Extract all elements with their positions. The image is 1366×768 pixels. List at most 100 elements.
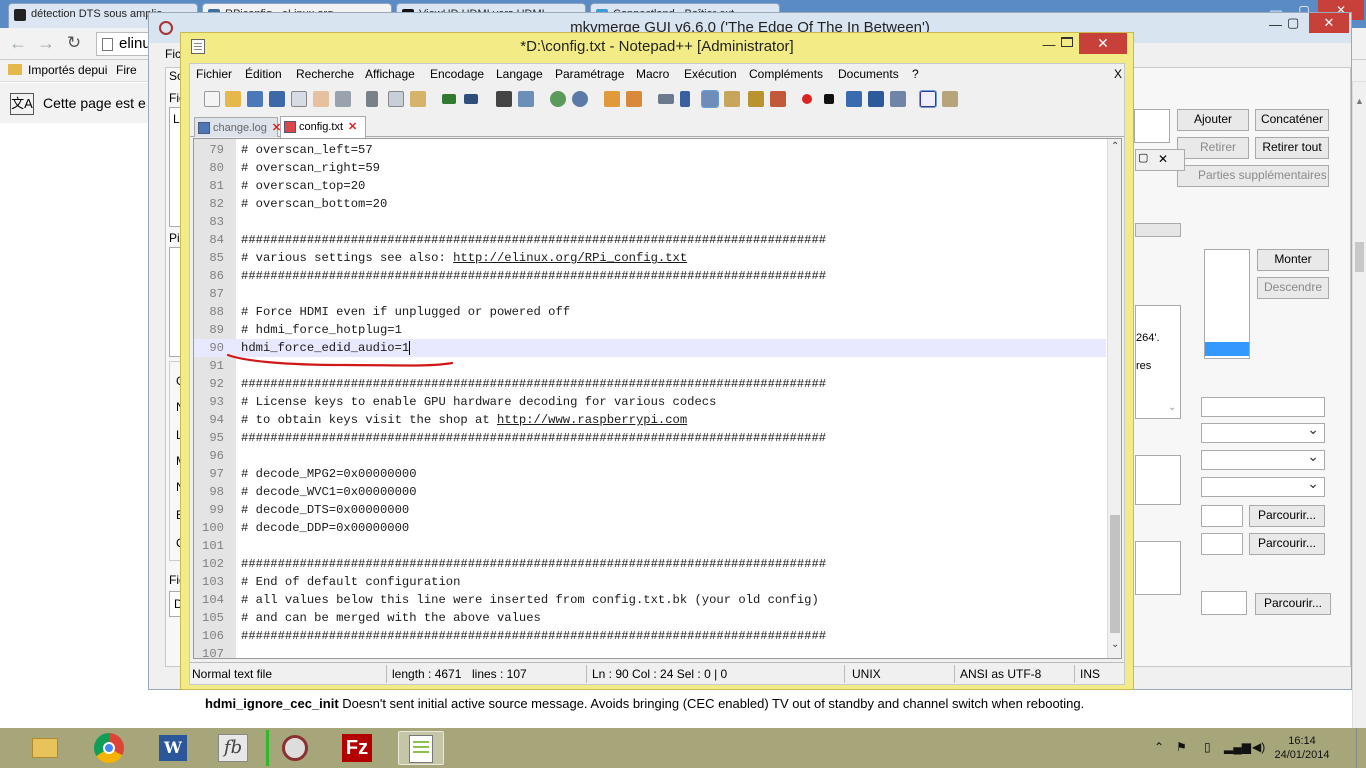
taskbar-clock[interactable]: 16:14 24/01/2014: [1272, 734, 1332, 762]
browse-button-3[interactable]: Parcourir...: [1255, 593, 1331, 615]
timecodes-box[interactable]: [1135, 541, 1181, 595]
code-line[interactable]: 105 # and can be merged with the above va…: [194, 609, 1106, 627]
chrome-icon[interactable]: [86, 731, 132, 765]
code-line[interactable]: 96: [194, 447, 1106, 465]
code-line[interactable]: 102 #####################################…: [194, 555, 1106, 573]
browser-scrollbar[interactable]: ▲: [1352, 82, 1366, 728]
chevron-down-icon[interactable]: ⌄: [1168, 402, 1176, 413]
menu-execution[interactable]: Exécution: [684, 67, 737, 81]
zoom-out-icon[interactable]: [572, 91, 588, 107]
language-select[interactable]: [1201, 421, 1325, 443]
sync-vertical-icon[interactable]: [604, 91, 620, 107]
stop-macro-icon[interactable]: [824, 94, 834, 104]
code-line[interactable]: 83: [194, 213, 1106, 231]
code-line[interactable]: 81 # overscan_top=20: [194, 177, 1106, 195]
input-list-edge[interactable]: [1134, 109, 1170, 143]
save-all-icon[interactable]: [269, 91, 285, 107]
chevron-down-icon[interactable]: ⌄: [1111, 639, 1119, 650]
close-document-x[interactable]: X: [1114, 67, 1122, 81]
spell-check-icon[interactable]: [919, 90, 937, 108]
tracks-list-edge[interactable]: [1204, 249, 1250, 359]
code-line[interactable]: 89 # hdmi_force_hotplug=1: [194, 321, 1106, 339]
show-all-chars-icon[interactable]: [680, 91, 690, 107]
append-button[interactable]: Concaténer: [1255, 109, 1329, 131]
paste-icon[interactable]: [410, 91, 426, 107]
close-icon[interactable]: ✕: [1158, 152, 1168, 166]
bookmark-imported[interactable]: Importés depui: [28, 63, 107, 77]
redo-icon[interactable]: [464, 94, 478, 104]
menu-affichage[interactable]: Affichage: [365, 67, 415, 81]
code-line[interactable]: 79 # overscan_left=57: [194, 141, 1106, 159]
menu-parametrage[interactable]: Paramétrage: [555, 67, 624, 81]
plugin-icon[interactable]: [942, 91, 958, 107]
menu-encodage[interactable]: Encodage: [430, 67, 484, 81]
filezilla-icon[interactable]: Fz: [334, 731, 380, 765]
code-line[interactable]: 99 # decode_DTS=0x00000000: [194, 501, 1106, 519]
menu-help[interactable]: ?: [912, 67, 919, 81]
bookmark-firefox[interactable]: Fire: [116, 63, 137, 77]
editor-scroll-thumb[interactable]: [1110, 515, 1120, 633]
code-line[interactable]: 104 # all values below this line were ins…: [194, 591, 1106, 609]
function-list-icon[interactable]: [770, 91, 786, 107]
move-down-button[interactable]: Descendre: [1257, 277, 1329, 299]
volume-icon[interactable]: ◀): [1252, 740, 1265, 754]
copy-icon[interactable]: [388, 91, 404, 107]
close-file-icon[interactable]: [291, 91, 307, 107]
track-name-field[interactable]: [1201, 397, 1325, 417]
editor[interactable]: 79 # overscan_left=57 80 # overscan_right=5…: [193, 138, 1122, 659]
remove-button[interactable]: Retirer: [1177, 137, 1249, 159]
user-lang-icon[interactable]: [724, 91, 740, 107]
remove-all-button[interactable]: Retirer tout: [1255, 137, 1329, 159]
code-line[interactable]: 80 # overscan_right=59: [194, 159, 1106, 177]
record-macro-icon[interactable]: [802, 94, 812, 104]
code-line[interactable]: 86 ######################################…: [194, 267, 1106, 285]
replace-icon[interactable]: [518, 91, 534, 107]
word-icon[interactable]: W: [150, 731, 196, 765]
code-line[interactable]: 107: [194, 645, 1106, 658]
selected-track[interactable]: [1205, 342, 1249, 356]
menu-macro[interactable]: Macro: [636, 67, 669, 81]
timecodes-path-field[interactable]: [1201, 533, 1243, 555]
code-line[interactable]: 95 ######################################…: [194, 429, 1106, 447]
new-file-icon[interactable]: [204, 91, 220, 107]
sync-horizontal-icon[interactable]: [626, 91, 642, 107]
maximize-icon[interactable]: ▢: [1287, 15, 1299, 31]
tab-config-txt[interactable]: config.txt ✕: [280, 116, 366, 138]
maximize-icon[interactable]: ▢: [1138, 151, 1148, 164]
chevron-up-icon[interactable]: ⌃: [1154, 740, 1164, 754]
line-link[interactable]: http://www.raspberrypi.com: [497, 413, 687, 427]
additional-parts-button[interactable]: Parties supplémentaires: [1177, 165, 1329, 187]
tags-path-field[interactable]: [1201, 505, 1243, 527]
label-file-menu[interactable]: Fic: [165, 47, 181, 61]
print-icon[interactable]: [335, 91, 351, 107]
menu-fichier[interactable]: Fichier: [196, 67, 232, 81]
menu-documents[interactable]: Documents: [838, 67, 899, 81]
zoom-in-icon[interactable]: [550, 91, 566, 107]
default-track-select[interactable]: [1201, 448, 1325, 470]
menu-langage[interactable]: Langage: [496, 67, 543, 81]
indent-guide-icon[interactable]: [701, 90, 719, 108]
undo-icon[interactable]: [442, 94, 456, 104]
play-macro-icon[interactable]: [846, 91, 862, 107]
code-line[interactable]: 93 # License keys to enable GPU hardware …: [194, 393, 1106, 411]
cut-icon[interactable]: [366, 91, 378, 107]
forward-icon[interactable]: →: [36, 34, 56, 54]
code-line[interactable]: 106 #####################################…: [194, 627, 1106, 645]
foobar-icon[interactable]: fb: [210, 731, 256, 765]
notepadpp-taskbar-icon[interactable]: [398, 731, 444, 765]
minimize-icon[interactable]: —: [1037, 35, 1061, 55]
menu-complements[interactable]: Compléments: [749, 67, 823, 81]
code-line[interactable]: 98 # decode_WVC1=0x00000000: [194, 483, 1106, 501]
code-line[interactable]: 97 # decode_MPG2=0x00000000: [194, 465, 1106, 483]
code-line[interactable]: 85 # various settings see also: http://el…: [194, 249, 1106, 267]
browse-button-1[interactable]: Parcourir...: [1249, 505, 1325, 527]
code-line[interactable]: 82 # overscan_bottom=20: [194, 195, 1106, 213]
code-line[interactable]: 88 # Force HDMI even if unplugged or powe…: [194, 303, 1106, 321]
add-button[interactable]: Ajouter: [1177, 109, 1249, 131]
show-desktop-button[interactable]: [1356, 728, 1366, 768]
chevron-up-icon[interactable]: ⌃: [1111, 141, 1119, 152]
scroll-up-icon[interactable]: ▲: [1355, 96, 1364, 106]
browse-button-2[interactable]: Parcourir...: [1249, 533, 1325, 555]
maximize-icon[interactable]: [1061, 37, 1073, 47]
address-bar[interactable]: elinu: [96, 32, 152, 56]
